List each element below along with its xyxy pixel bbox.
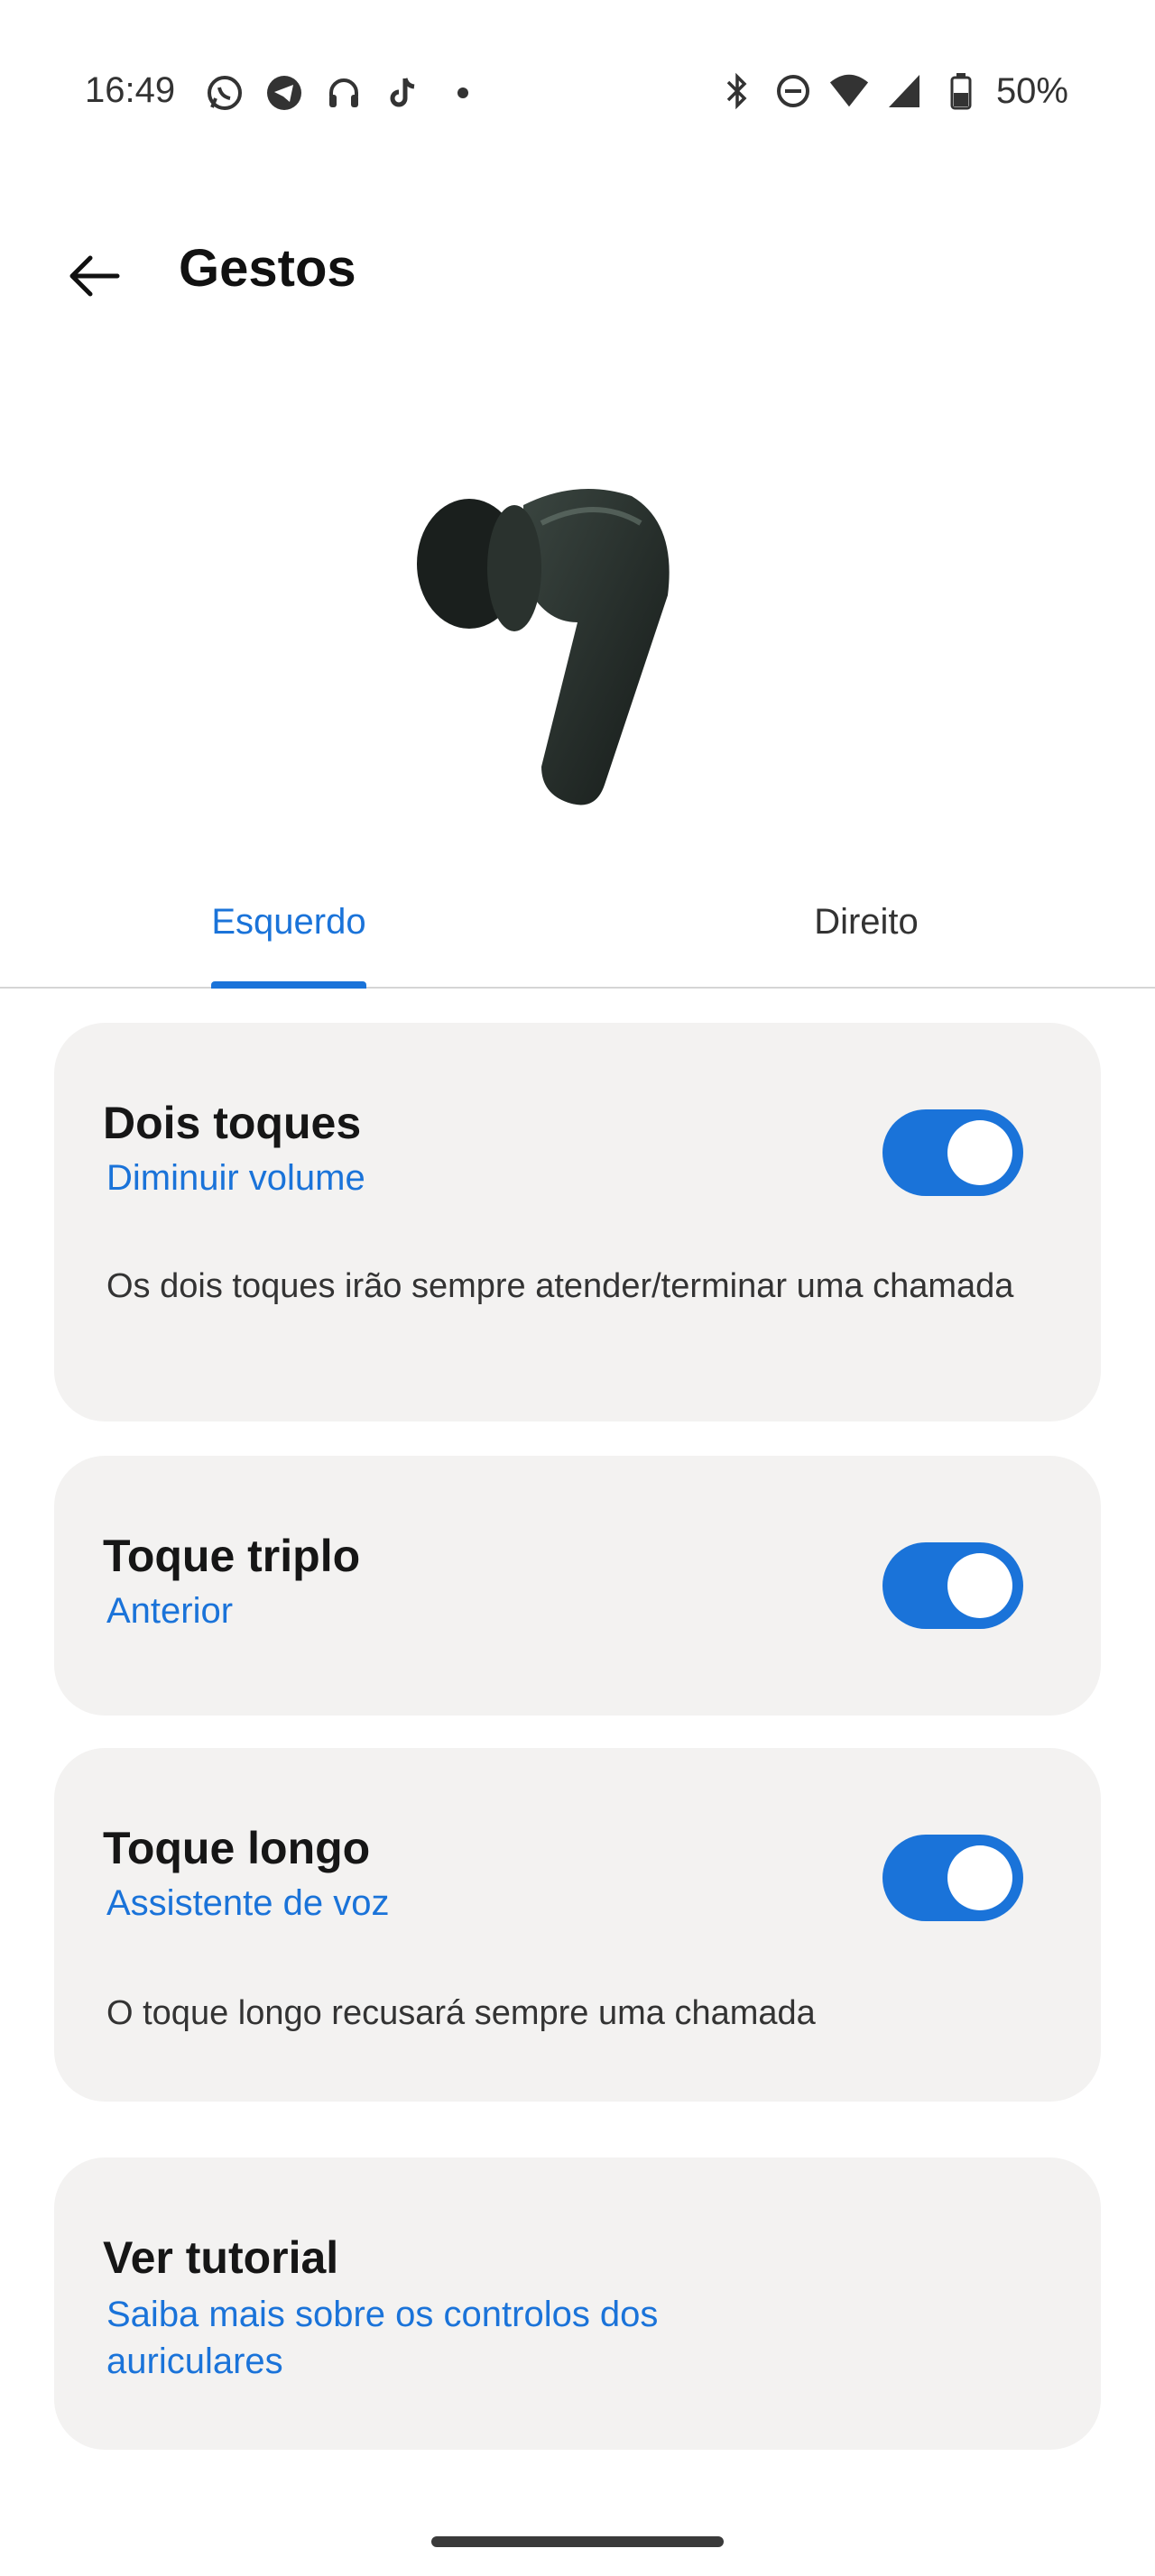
- page-title: Gestos: [179, 239, 356, 298]
- earbud-image: [415, 469, 704, 812]
- battery-percent: 50%: [995, 70, 1068, 111]
- card-subtitle[interactable]: Diminuir volume: [106, 1158, 365, 1199]
- status-time: 16:49: [85, 70, 176, 110]
- triple-tap-toggle[interactable]: [882, 1542, 1023, 1629]
- gesture-card-triple-tap: Toque triplo Anterior: [54, 1456, 1101, 1716]
- card-title: Dois toques: [103, 1098, 362, 1148]
- card-title: Toque longo: [103, 1823, 371, 1873]
- card-subtitle[interactable]: Anterior: [106, 1591, 233, 1632]
- wifi-icon: [828, 70, 870, 112]
- battery-icon: [940, 70, 982, 112]
- status-system-icons: 50%: [716, 70, 1068, 112]
- card-title: Toque triplo: [103, 1531, 361, 1581]
- gesture-card-double-tap: Dois toques Diminuir volume Os dois toqu…: [54, 1023, 1101, 1421]
- navigation-gesture-bar[interactable]: [431, 2536, 724, 2547]
- card-subtitle[interactable]: Saiba mais sobre os controlos dos auricu…: [106, 2291, 738, 2385]
- dot-icon: [442, 72, 484, 114]
- toggle-knob: [947, 1120, 1012, 1185]
- bluetooth-icon: [716, 70, 758, 112]
- tiktok-icon: [383, 72, 424, 114]
- long-press-toggle[interactable]: [882, 1835, 1023, 1921]
- signal-icon: [884, 70, 926, 112]
- double-tap-toggle[interactable]: [882, 1109, 1023, 1196]
- tutorial-card[interactable]: Ver tutorial Saiba mais sobre os control…: [54, 2157, 1101, 2450]
- card-title: Ver tutorial: [103, 2232, 339, 2283]
- arrow-back-icon: [69, 255, 120, 297]
- headphones-icon: [323, 72, 365, 114]
- telegram-icon: [263, 72, 305, 114]
- tab-left[interactable]: Esquerdo: [0, 902, 578, 943]
- status-notification-icons: [204, 72, 484, 114]
- whatsapp-icon: [204, 72, 245, 114]
- card-subtitle[interactable]: Assistente de voz: [106, 1883, 390, 1924]
- tab-right[interactable]: Direito: [578, 902, 1155, 943]
- gesture-card-long-press: Toque longo Assistente de voz O toque lo…: [54, 1748, 1101, 2102]
- tab-divider: [0, 987, 1155, 989]
- toggle-knob: [947, 1845, 1012, 1910]
- back-button[interactable]: [54, 236, 134, 316]
- toggle-knob: [947, 1553, 1012, 1618]
- tab-selected-indicator: [211, 981, 366, 989]
- card-description: Os dois toques irão sempre atender/termi…: [106, 1267, 1014, 1305]
- card-description: O toque longo recusará sempre uma chamad…: [106, 1994, 816, 2032]
- dnd-icon: [772, 70, 814, 112]
